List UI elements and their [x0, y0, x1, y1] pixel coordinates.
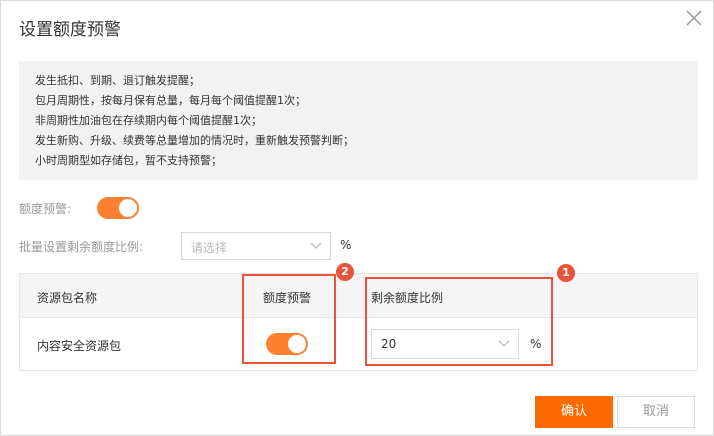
- annotation-badge-2: 2: [336, 263, 354, 281]
- batch-ratio-select[interactable]: 请选择: [181, 232, 331, 260]
- confirm-button[interactable]: 确认: [535, 396, 613, 428]
- notice-line: 小时周期型如存储包，暂不支持预警；: [35, 154, 222, 167]
- batch-ratio-placeholder: 请选择: [191, 241, 228, 255]
- notice-line: 非周期性加油包在存续期内每个阈值提醒1次；: [35, 114, 262, 127]
- alert-label: 额度预警:: [19, 202, 72, 216]
- toggle-knob: [119, 199, 137, 217]
- table-header: 资源包名称 额度预警 剩余额度比例: [20, 274, 697, 318]
- percent-unit: %: [340, 238, 352, 252]
- cancel-button[interactable]: 取消: [617, 396, 695, 428]
- close-icon[interactable]: [684, 8, 704, 28]
- notice-line: 发生新购、升级、续费等总量增加的情况时，重新触发预警判断；: [35, 134, 354, 147]
- column-header-name: 资源包名称: [37, 291, 98, 305]
- row-resource-name: 内容安全资源包: [37, 339, 122, 353]
- resource-table: 资源包名称 额度预警 剩余额度比例 内容安全资源包 20 %: [19, 273, 698, 371]
- quota-alert-dialog: 设置额度预警 发生抵扣、到期、退订触发提醒； 包月周期性，按每月保有总量，每月每…: [0, 0, 714, 436]
- notice-line: 发生抵扣、到期、退订触发提醒；: [35, 74, 200, 87]
- dialog-title: 设置额度预警: [19, 20, 121, 40]
- chevron-down-icon: [310, 242, 322, 249]
- notice-box: 发生抵扣、到期、退订触发提醒； 包月周期性，按每月保有总量，每月每个阈值提醒1次…: [19, 61, 698, 180]
- highlight-box-2: [242, 274, 336, 364]
- notice-line: 包月周期性，按每月保有总量，每月每个阈值提醒1次；: [35, 94, 306, 107]
- highlight-box-1: [365, 277, 553, 366]
- alert-toggle[interactable]: [97, 197, 139, 219]
- batch-ratio-label: 批量设置剩余额度比例:: [19, 240, 144, 254]
- annotation-badge-1: 1: [557, 264, 575, 282]
